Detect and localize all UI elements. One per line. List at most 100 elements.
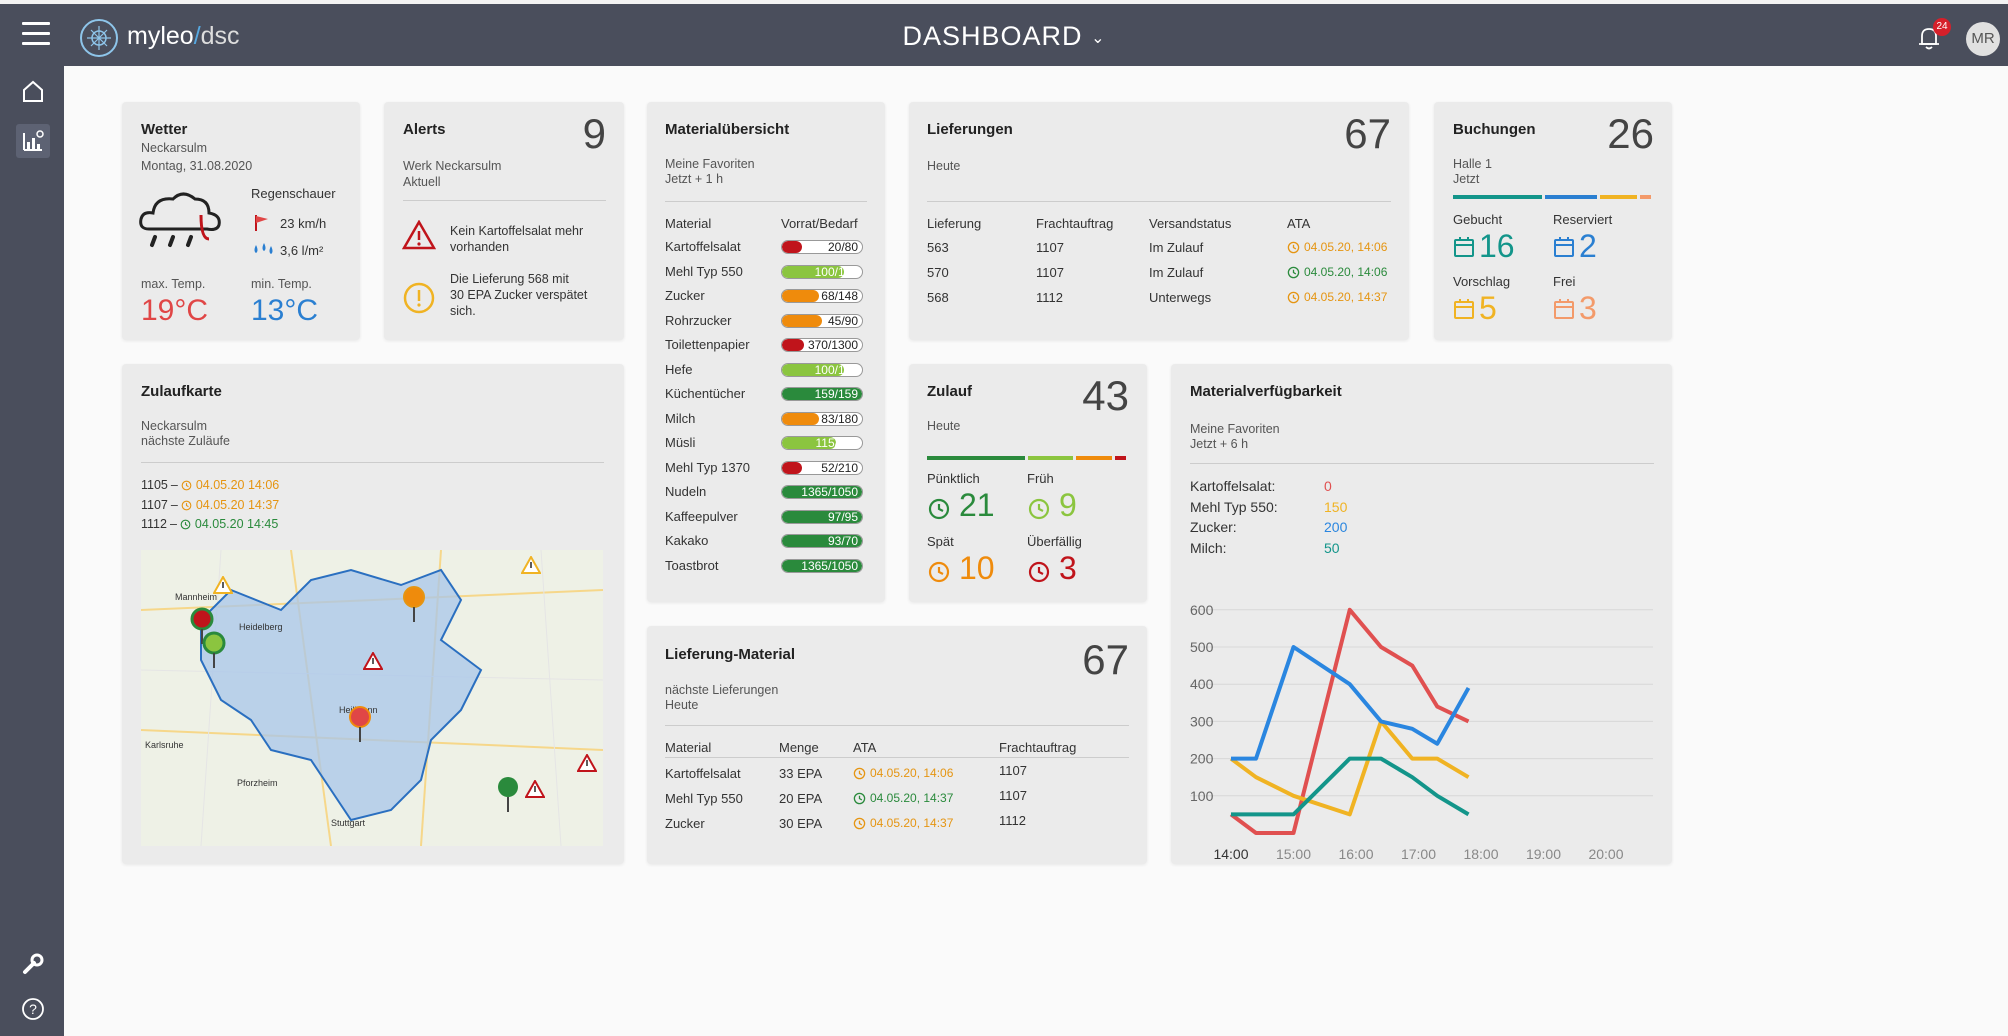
delivery-material-card: Lieferung-Material 67 nächste Lieferunge… bbox=[647, 626, 1147, 864]
user-avatar[interactable]: MR bbox=[1966, 22, 2000, 56]
stock-bar-fill bbox=[782, 339, 805, 351]
inbound-entry[interactable]: 1105– 04.05.20 14:06 bbox=[141, 478, 279, 492]
map-pin-green-icon[interactable] bbox=[201, 630, 227, 670]
map-city-mannheim: Mannheim bbox=[175, 592, 218, 602]
inbound-value: 3 bbox=[1059, 550, 1077, 586]
inbound-label: Spät bbox=[927, 534, 954, 549]
series-line-mehl-typ-550[interactable] bbox=[1229, 719, 1470, 817]
material-overview-card: Materialübersicht Meine Favoriten Jetzt … bbox=[647, 102, 885, 602]
max-temp-label: max. Temp. bbox=[141, 277, 206, 291]
rain-amount: 3,6 l/m² bbox=[280, 243, 324, 258]
deliveries-title: Lieferungen bbox=[927, 121, 1013, 138]
delivery-status: Im Zulauf bbox=[1149, 240, 1204, 255]
stock-bar: 93/70 bbox=[781, 534, 863, 548]
dm-quantity: 20 EPA bbox=[779, 791, 823, 806]
stock-bar-fill bbox=[782, 461, 802, 474]
stock-bar-value: 93/70 bbox=[827, 534, 858, 548]
bookings-card: Buchungen 26 Halle 1 Jetzt Gebucht 16 Rese… bbox=[1434, 102, 1672, 340]
bookings-title: Buchungen bbox=[1453, 121, 1536, 138]
delivery-material-subtitle-1: nächste Lieferungen bbox=[665, 683, 779, 697]
wind-flag-icon bbox=[253, 214, 271, 232]
availability-title: Materialverfügbarkeit bbox=[1190, 383, 1342, 400]
map-pin-red-icon[interactable] bbox=[347, 704, 373, 744]
map-city-heidelberg: Heidelberg bbox=[239, 622, 283, 632]
col-status: Versandstatus bbox=[1149, 216, 1232, 231]
home-icon[interactable] bbox=[20, 78, 46, 104]
bookings-subtitle-2: Jetzt bbox=[1453, 172, 1480, 186]
map-pin-green-icon[interactable] bbox=[495, 774, 521, 814]
calendar-icon bbox=[1553, 236, 1575, 258]
inbound-entry-separator: – bbox=[170, 478, 178, 492]
analytics-icon[interactable] bbox=[16, 124, 50, 158]
page-title[interactable]: DASHBOARD ⌄ bbox=[0, 21, 2008, 52]
bar-segment bbox=[1076, 456, 1112, 460]
help-icon[interactable]: ? bbox=[20, 996, 46, 1022]
availability-subtitle-1: Meine Favoriten bbox=[1190, 422, 1280, 436]
divider bbox=[403, 200, 606, 201]
stock-bar-value: 52/210 bbox=[821, 460, 858, 475]
inbound-entry[interactable]: 1107– 04.05.20 14:37 bbox=[141, 498, 279, 512]
series-line-milch[interactable] bbox=[1231, 756, 1470, 817]
dm-ata: 04.05.20, 14:37 bbox=[853, 791, 953, 805]
map-city-stuttgart: Stuttgart bbox=[331, 818, 366, 828]
clock-icon bbox=[853, 792, 866, 805]
inbound-value: 10 bbox=[959, 550, 995, 586]
delivery-ata: 04.05.20, 14:06 bbox=[1287, 265, 1387, 279]
material-name: Kaffeepulver bbox=[665, 508, 738, 524]
material-name: Müsli bbox=[665, 435, 696, 450]
x-tick-label: 17:00 bbox=[1401, 846, 1436, 862]
inbound-entry-separator: – bbox=[170, 497, 178, 512]
clock-icon bbox=[1027, 497, 1051, 521]
map-warning-red-icon[interactable] bbox=[577, 754, 597, 772]
stock-bar-value: 68/148 bbox=[821, 289, 858, 303]
map-warning-red-icon[interactable] bbox=[525, 780, 545, 798]
alerts-title: Alerts bbox=[403, 121, 446, 138]
clock-icon bbox=[1027, 560, 1051, 584]
inbound-entry[interactable]: 1112– 04.05.20 14:45 bbox=[141, 517, 278, 531]
inbound-entry-time-value: 04.05.20 14:06 bbox=[195, 478, 280, 492]
material-name: Kartoffelsalat bbox=[665, 239, 741, 254]
clock-icon bbox=[1287, 291, 1300, 304]
weather-location: Neckarsulm bbox=[141, 141, 207, 155]
inbound-map[interactable]: Mannheim Heidelberg Heilbronn Stuttgart … bbox=[141, 550, 603, 846]
alert-2-line3: sich. bbox=[450, 304, 476, 318]
x-tick-label: 20:00 bbox=[1588, 846, 1623, 862]
delivery-material-title: Lieferung-Material bbox=[665, 646, 796, 663]
wrench-icon[interactable] bbox=[20, 951, 46, 977]
y-tick-label: 100 bbox=[1190, 788, 1214, 804]
bookings-label: Frei bbox=[1553, 274, 1576, 289]
map-warning-yellow-icon[interactable] bbox=[521, 556, 541, 574]
stock-bar-value: 115/170 bbox=[815, 436, 859, 450]
map-pin-orange-icon[interactable] bbox=[401, 584, 427, 624]
map-warning-yellow-icon[interactable] bbox=[213, 576, 233, 594]
stock-bar-fill bbox=[782, 412, 819, 425]
inbound-entry-time: 04.05.20 14:06 bbox=[181, 478, 279, 492]
chevron-down-icon[interactable]: ⌄ bbox=[1091, 30, 1105, 47]
delivery-material-subtitle-2: Heute bbox=[665, 698, 699, 712]
stock-bar: 97/95 bbox=[781, 509, 863, 524]
bar-segment bbox=[1028, 456, 1074, 460]
weather-date: Montag, 31.08.2020 bbox=[141, 159, 253, 173]
bar-segment bbox=[1114, 456, 1126, 460]
material-name: Rohrzucker bbox=[665, 312, 732, 328]
deliveries-subtitle: Heute bbox=[927, 159, 961, 173]
stock-bar-fill bbox=[782, 290, 819, 302]
material-name: Mehl Typ 1370 bbox=[665, 459, 751, 475]
stock-bar-value: 100/130 bbox=[814, 362, 858, 377]
material-name: Zucker bbox=[665, 288, 705, 303]
stock-bar-value: 97/95 bbox=[827, 509, 858, 524]
delivery-order: 1107 bbox=[1036, 240, 1064, 255]
delivery-ata: 04.05.20, 14:37 bbox=[1287, 290, 1387, 304]
svg-text:?: ? bbox=[29, 1001, 37, 1017]
inbound-entry-id: 1105 bbox=[141, 478, 168, 492]
bar-segment bbox=[927, 456, 1025, 460]
material-name: Küchentücher bbox=[665, 386, 746, 401]
calendar-icon bbox=[1553, 298, 1575, 320]
weather-title: Wetter bbox=[141, 121, 188, 138]
col-delivery: Lieferung bbox=[927, 216, 982, 231]
legend-name: Mehl Typ 550: bbox=[1190, 498, 1278, 515]
clock-icon bbox=[180, 519, 191, 530]
map-warning-red-icon[interactable] bbox=[363, 652, 383, 670]
inbound-map-subtitle-1: Neckarsulm bbox=[141, 419, 207, 433]
availability-card: Materialverfügbarkeit Meine Favoriten Je… bbox=[1171, 364, 1672, 864]
